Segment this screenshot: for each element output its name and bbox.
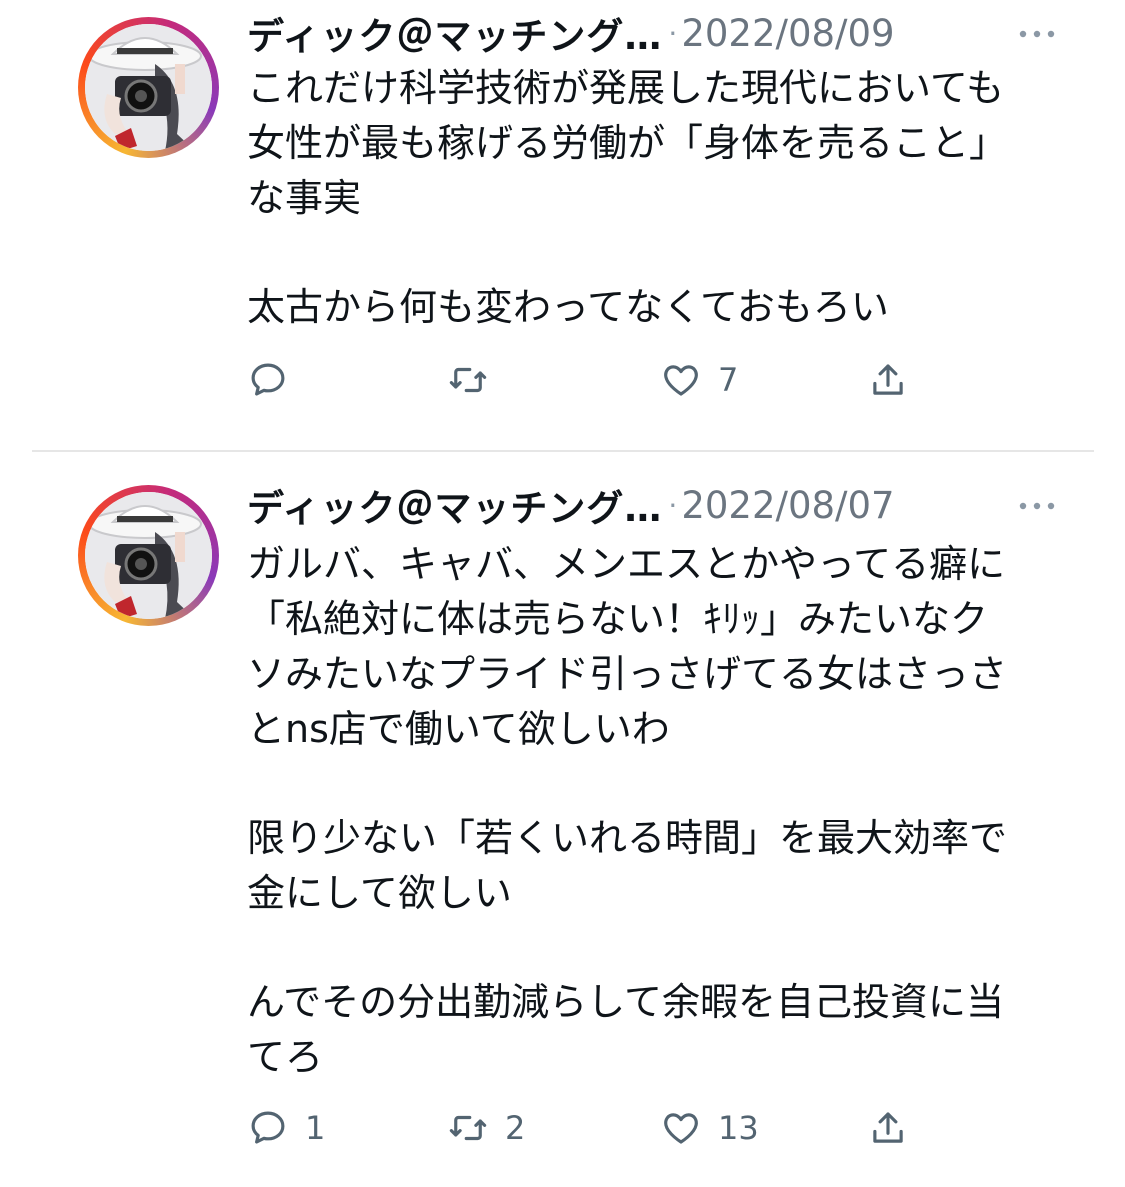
more-horizontal-icon[interactable] xyxy=(1019,502,1055,510)
text-line: んでその分出勤減らして余暇を自己投資に当 xyxy=(247,980,1004,1024)
tweet-text: これだけ科学技術が発展した現代においても 女性が最も稼げる労働が「身体を売ること… xyxy=(247,61,1067,335)
avatar[interactable] xyxy=(78,485,219,626)
tweet-header: ディック＠マッチング… · 2022/08/09 xyxy=(247,10,1055,58)
retweet-button[interactable] xyxy=(447,355,505,405)
retweet-icon xyxy=(449,367,487,393)
text-line: 金にして欲しい xyxy=(247,871,512,915)
share-button[interactable] xyxy=(867,1103,909,1153)
profile-photo xyxy=(85,492,212,619)
reply-count: 1 xyxy=(305,1109,326,1147)
heart-icon xyxy=(664,365,698,396)
reply-button[interactable] xyxy=(247,355,305,405)
reply-bubble-icon xyxy=(251,1111,285,1144)
text-line: とns店で働いて欲しいわ xyxy=(247,707,670,751)
like-count: 7 xyxy=(718,361,739,399)
share-upload-icon xyxy=(873,1112,903,1143)
more-horizontal-icon[interactable] xyxy=(1019,30,1055,38)
text-line: 限り少ない「若くいれる時間」を最大効率で xyxy=(247,816,1008,860)
text-line: これだけ科学技術が発展した現代においても xyxy=(247,66,1004,110)
tweet-text: ガルバ、キャバ、メンエスとかやってる癖に 「私絶対に体は売らない！ｷﾘｯ」みたい… xyxy=(247,537,1067,1085)
tweet-date[interactable]: 2022/08/07 xyxy=(681,484,894,527)
text-line: 女性が最も稼げる労働が「身体を売ること」 xyxy=(247,121,1008,165)
text-line: ソみたいなプライド引っさげてる女はさっさ xyxy=(247,652,1008,696)
avatar[interactable] xyxy=(78,17,219,158)
text-line: な事実 xyxy=(247,176,362,220)
header-separator: · xyxy=(668,488,678,522)
like-button[interactable]: 7 xyxy=(660,355,738,405)
retweet-button[interactable]: 2 xyxy=(447,1103,525,1153)
author-name[interactable]: ディック＠マッチング… xyxy=(247,6,662,60)
tweet-actions: 1 2 13 xyxy=(247,1103,917,1153)
author-name[interactable]: ディック＠マッチング… xyxy=(247,478,662,532)
tweet-actions: 7 xyxy=(247,355,917,405)
text-line: ガルバ、キャバ、メンエスとかやってる癖に xyxy=(247,542,1006,586)
retweet-count: 2 xyxy=(505,1109,526,1147)
text-line: 太古から何も変わってなくておもろい xyxy=(247,285,889,329)
reply-button[interactable]: 1 xyxy=(247,1103,325,1153)
heart-icon xyxy=(664,1113,698,1144)
like-button[interactable]: 13 xyxy=(660,1103,759,1153)
reply-bubble-icon xyxy=(251,363,285,396)
like-count: 13 xyxy=(718,1109,759,1147)
share-upload-icon xyxy=(873,364,903,395)
tweet-date[interactable]: 2022/08/09 xyxy=(681,12,894,55)
retweet-icon xyxy=(449,1115,487,1141)
profile-photo xyxy=(85,24,212,151)
header-separator: · xyxy=(668,16,678,50)
text-line: 「私絶対に体は売らない！ｷﾘｯ」みたいなク xyxy=(247,597,989,641)
share-button[interactable] xyxy=(867,355,909,405)
tweet-header: ディック＠マッチング… · 2022/08/07 xyxy=(247,482,1055,530)
text-line: てろ xyxy=(247,1035,324,1079)
